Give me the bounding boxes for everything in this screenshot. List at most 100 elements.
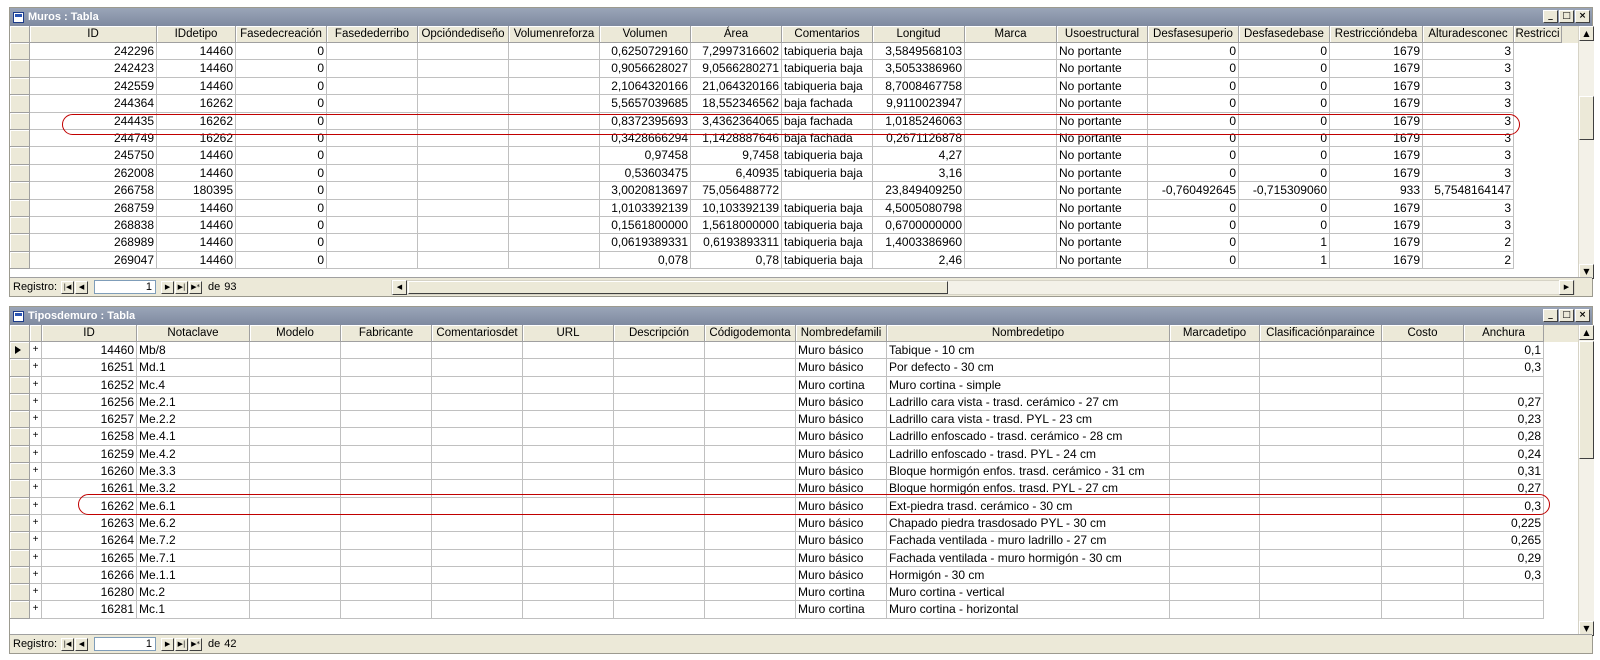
cell-area[interactable]: 9,0566280271 — [691, 60, 782, 78]
cell-restricciondeba[interactable]: 1679 — [1330, 234, 1423, 252]
cell-clasificacionparaince[interactable] — [1260, 514, 1382, 533]
column-header-area[interactable]: Área — [691, 26, 782, 43]
cell-id[interactable]: 16257 — [42, 411, 137, 429]
table-row[interactable]: +16262 Me.6.1 Muro básico Ext-piedra trasd.… — [10, 497, 1578, 515]
cell-iddetipo[interactable]: 14460 — [157, 199, 236, 217]
cell-nombredetipo[interactable]: Ladrillo cara vista - trasd. cerámico - … — [887, 393, 1170, 412]
cell-nombredetipo[interactable]: Muro cortina - horizontal — [887, 601, 1170, 619]
cell-descripcion[interactable] — [614, 376, 705, 394]
cell-comentariosdet[interactable] — [432, 514, 523, 533]
cell-costo[interactable] — [1382, 566, 1464, 585]
cell-codigodemonta[interactable] — [705, 584, 796, 602]
cell-comentariosdet[interactable] — [432, 532, 523, 550]
cell-clasificacionparaince[interactable] — [1260, 376, 1382, 394]
cell-nombredetipo[interactable]: Chapado piedra trasdosado PYL - 30 cm — [887, 514, 1170, 533]
cell-volumenreforza[interactable] — [509, 77, 600, 96]
cell-volumenreforza[interactable] — [509, 60, 600, 78]
cell-volumen[interactable]: 0,1561800000 — [600, 216, 691, 235]
cell-volumenreforza[interactable] — [509, 95, 600, 113]
cell-usoestructural[interactable]: No portante — [1057, 112, 1148, 130]
table-row[interactable]: +16266 Me.1.1 Muro básico Hormigón - 30 cm 0… — [10, 566, 1578, 585]
cell-comentariosdet[interactable] — [432, 601, 523, 619]
cell-fabricante[interactable] — [341, 376, 432, 394]
row-selector[interactable] — [10, 532, 30, 550]
cell-modelo[interactable] — [250, 359, 341, 377]
cell-volumen[interactable]: 1,0103392139 — [600, 199, 691, 217]
cell-desfasesuperio[interactable]: 0 — [1148, 77, 1239, 96]
cell-opciondediseno[interactable] — [418, 251, 509, 270]
cell-id[interactable]: 16266 — [42, 566, 137, 585]
cell-volumen[interactable]: 0,53603475 — [600, 164, 691, 183]
cell-area[interactable]: 9,7458 — [691, 147, 782, 165]
column-header-anchura[interactable]: Anchura — [1464, 325, 1544, 342]
expand-subdatasheet-icon[interactable]: + — [30, 359, 42, 377]
scroll-right-icon[interactable]: ▶ — [1559, 280, 1574, 295]
cell-marca[interactable] — [965, 147, 1057, 165]
cell-modelo[interactable] — [250, 428, 341, 446]
cell-marcadetipo[interactable] — [1170, 480, 1260, 498]
cell-marca[interactable] — [965, 164, 1057, 183]
cell-codigodemonta[interactable] — [705, 463, 796, 481]
cell-descripcion[interactable] — [614, 342, 705, 360]
row-selector[interactable] — [10, 251, 30, 270]
cell-marca[interactable] — [965, 251, 1057, 270]
first-record-icon[interactable]: |◀ — [61, 280, 75, 294]
cell-url[interactable] — [523, 532, 614, 550]
cell-notaclave[interactable]: Me.2.2 — [137, 411, 250, 429]
column-header-volumen[interactable]: Volumen — [600, 26, 691, 43]
cell-notaclave[interactable]: Me.1.1 — [137, 566, 250, 585]
cell-longitud[interactable]: 4,5005080798 — [873, 199, 965, 217]
cell-marca[interactable] — [965, 216, 1057, 235]
cell-comentarios[interactable] — [782, 182, 873, 200]
cell-clasificacionparaince[interactable] — [1260, 393, 1382, 412]
cell-alturadesconec[interactable]: 3 — [1423, 112, 1514, 130]
cell-id[interactable]: 245750 — [30, 147, 157, 165]
minimize-button[interactable]: _ — [1543, 309, 1558, 322]
column-header-fasedederribo[interactable]: Fasedederribo — [327, 26, 418, 43]
cell-anchura[interactable]: 0,31 — [1464, 463, 1544, 481]
scroll-left-icon[interactable]: ◀ — [392, 280, 407, 295]
cell-costo[interactable] — [1382, 359, 1464, 377]
cell-fasedecreacion[interactable]: 0 — [236, 251, 327, 270]
cell-alturadesconec[interactable]: 3 — [1423, 95, 1514, 113]
cell-alturadesconec[interactable]: 2 — [1423, 251, 1514, 270]
cell-id[interactable]: 16263 — [42, 514, 137, 533]
cell-volumenreforza[interactable] — [509, 251, 600, 270]
cell-codigodemonta[interactable] — [705, 497, 796, 515]
cell-marca[interactable] — [965, 77, 1057, 96]
cell-longitud[interactable]: 2,46 — [873, 251, 965, 270]
cell-volumen[interactable]: 0,0619389331 — [600, 234, 691, 252]
cell-id[interactable]: 16265 — [42, 549, 137, 567]
cell-marcadetipo[interactable] — [1170, 549, 1260, 567]
table-row[interactable]: +14460 Mb/8 Muro básico Tabique - 10 cm 0,1 — [10, 342, 1578, 360]
cell-area[interactable]: 75,056488772 — [691, 182, 782, 200]
cell-iddetipo[interactable]: 16262 — [157, 129, 236, 148]
column-header-id[interactable]: ID — [42, 325, 137, 342]
cell-id[interactable]: 269047 — [30, 251, 157, 270]
cell-id[interactable]: 16252 — [42, 376, 137, 394]
cell-comentariosdet[interactable] — [432, 411, 523, 429]
cell-area[interactable]: 1,1428887646 — [691, 129, 782, 148]
cell-url[interactable] — [523, 549, 614, 567]
cell-fasedecreacion[interactable]: 0 — [236, 95, 327, 113]
cell-restricciondeba[interactable]: 1679 — [1330, 251, 1423, 270]
table-row[interactable]: 266758 180395 0 3,0020813697 75,056488772 23,… — [10, 182, 1578, 200]
expand-subdatasheet-icon[interactable]: + — [30, 376, 42, 394]
cell-marcadetipo[interactable] — [1170, 497, 1260, 515]
cell-volumenreforza[interactable] — [509, 199, 600, 217]
cell-iddetipo[interactable]: 14460 — [157, 216, 236, 235]
cell-alturadesconec[interactable]: 3 — [1423, 147, 1514, 165]
cell-fasedederribo[interactable] — [327, 199, 418, 217]
column-header-iddetipo[interactable]: IDdetipo — [157, 26, 236, 43]
cell-costo[interactable] — [1382, 463, 1464, 481]
cell-clasificacionparaince[interactable] — [1260, 342, 1382, 360]
table-row[interactable]: 242423 14460 0 0,9056628027 9,0566280271 tabi… — [10, 60, 1578, 78]
cell-id[interactable]: 16259 — [42, 445, 137, 464]
tipos-vertical-scrollbar[interactable]: ▲ ▼ — [1578, 325, 1594, 636]
table-row[interactable]: 242296 14460 0 0,6250729160 7,2997316602 tabi… — [10, 43, 1578, 61]
cell-desfasesuperio[interactable]: 0 — [1148, 129, 1239, 148]
cell-costo[interactable] — [1382, 480, 1464, 498]
table-row[interactable]: 244435 16262 0 0,8372395693 3,4362364065 baja… — [10, 112, 1578, 130]
row-selector[interactable] — [10, 342, 30, 360]
column-header-usoestructural[interactable]: Usoestructural — [1057, 26, 1148, 43]
